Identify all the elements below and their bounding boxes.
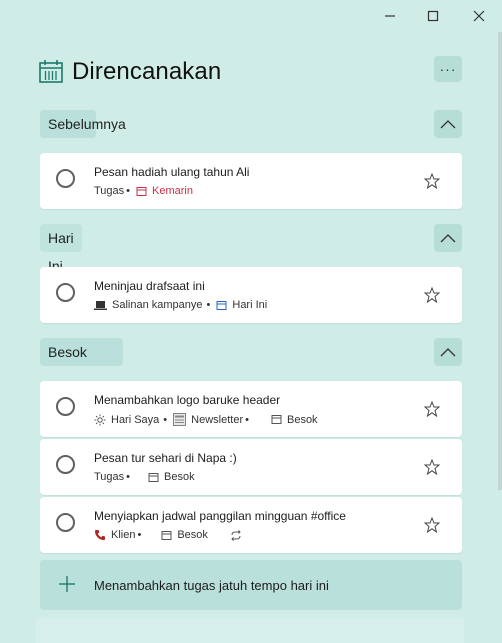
task-meta: Salinan kampanye • Hari Ini [94,299,267,311]
close-button[interactable] [462,4,496,28]
separator: • [137,529,142,541]
due-calendar-icon [271,414,282,425]
chevron-up-icon [440,234,456,243]
star-icon [424,517,440,533]
task-list: Klien [111,529,136,541]
due-date: Besok [286,413,318,426]
chevron-up-icon [440,348,456,357]
task-title: Menambahkan logo baruke header [94,393,281,407]
add-task-placeholder: Menambahkan tugas jatuh tempo hari ini [94,578,329,593]
complete-checkbox[interactable] [56,169,75,188]
scrollbar[interactable] [498,32,502,490]
due-date: Kemarin [152,185,193,197]
laptop-icon [94,300,107,311]
star-icon [424,401,440,417]
group-label: Sebelumnya [40,110,126,138]
collapse-button[interactable] [434,110,462,138]
phone-icon [94,529,106,541]
separator: • [245,413,249,426]
star-button[interactable] [422,515,442,535]
complete-checkbox[interactable] [56,397,75,416]
star-icon [424,173,440,189]
due-date: Besok [177,529,208,541]
due-date: Hari Ini [232,299,268,311]
bottom-edge [36,618,464,643]
star-button[interactable] [422,171,442,191]
due-date: Besok [164,471,195,483]
group-label: Besok [40,338,123,366]
calendar-icon [39,60,63,83]
task-meta: Tugas • Besok [94,471,195,483]
star-icon [424,287,440,303]
task-item[interactable]: Pesan tur sehari di Napa :) Tugas • Beso… [40,439,462,495]
task-item[interactable]: Meninjau drafsaat ini Salinan kampanye •… [40,267,462,323]
newsletter-icon [173,413,187,426]
maximize-icon [427,10,439,22]
separator: • [126,471,131,483]
task-title: Pesan tur sehari di Napa :) [94,451,237,465]
task-list: Salinan kampanye [112,299,203,311]
task-list: Tugas [94,471,125,483]
task-list: Tugas [94,185,125,197]
task-meta: Hari Saya • Newsletter • Besok [94,413,318,426]
repeat-icon [230,529,242,541]
sun-icon [94,414,106,426]
collapse-button[interactable] [434,224,462,252]
add-task-input[interactable]: Menambahkan tugas jatuh tempo hari ini [40,560,462,610]
page-title: Direncanakan [72,58,222,85]
task-title: Meninjau drafsaat ini [94,279,205,293]
minimize-icon [385,15,395,17]
separator: • [126,185,131,197]
maximize-button[interactable] [416,4,450,28]
chevron-up-icon [440,120,456,129]
task-meta: Klien • Besok [94,529,247,541]
task-title: Pesan hadiah ulang tahun Ali [94,165,250,179]
task-item[interactable]: Menyiapkan jadwal panggilan mingguan #of… [40,497,462,553]
close-icon [473,10,485,22]
task-title: Menyiapkan jadwal panggilan mingguan #of… [94,509,346,523]
star-button[interactable] [422,457,442,477]
separator: • [206,299,211,311]
separator: • [163,413,168,426]
due-calendar-icon [216,300,227,311]
more-options-button[interactable]: ··· [434,56,462,82]
due-calendar-icon [136,186,147,197]
star-button[interactable] [422,399,442,419]
star-button[interactable] [422,285,442,305]
collapse-button[interactable] [434,338,462,366]
complete-checkbox[interactable] [56,513,75,532]
complete-checkbox[interactable] [56,455,75,474]
complete-checkbox[interactable] [56,283,75,302]
star-icon [424,459,440,475]
task-meta: Tugas • Kemarin [94,185,193,197]
page-header: Direncanakan [38,54,221,90]
task-item[interactable]: Menambahkan logo baruke header Hari Saya… [40,381,462,437]
task-list: Hari Saya [111,413,160,426]
due-calendar-icon [148,472,159,483]
title-bar [0,0,502,32]
task-item[interactable]: Pesan hadiah ulang tahun Ali Tugas • Kem… [40,153,462,209]
group-label: Hari Ini [40,224,82,274]
due-calendar-icon [161,530,172,541]
plus-icon [56,573,78,595]
minimize-button[interactable] [373,4,407,28]
task-list-2: Newsletter [191,413,244,426]
